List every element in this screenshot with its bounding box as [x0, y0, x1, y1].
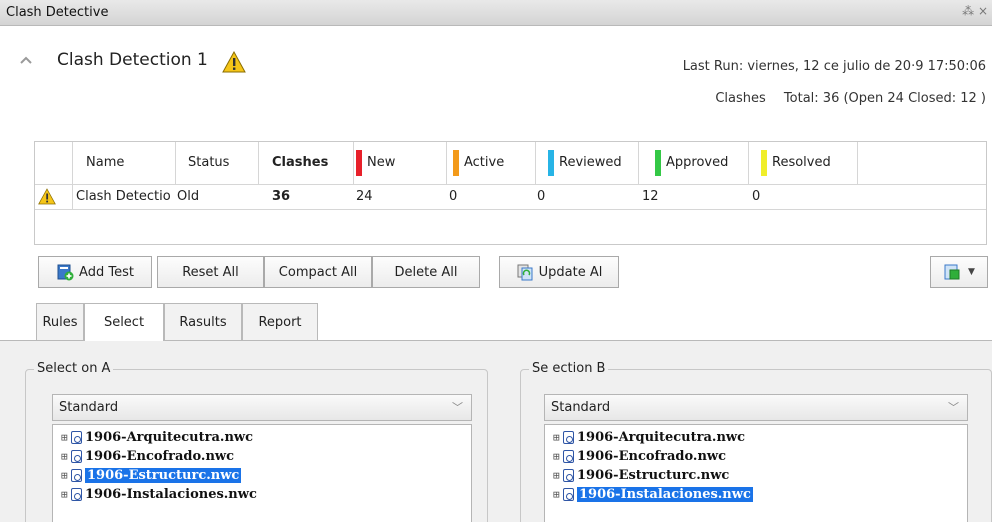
reviewed-color-swatch	[548, 150, 554, 176]
list-item[interactable]: ⊞ 1906-Arquitecutra.nwc	[553, 428, 745, 446]
selection-a-dropdown[interactable]: Standard ﹀	[52, 394, 472, 421]
expand-icon[interactable]: ⊞	[553, 431, 562, 444]
header-approved[interactable]: Approved	[639, 142, 749, 184]
chevron-down-icon: ▼	[968, 267, 975, 277]
nwc-file-icon	[71, 487, 82, 501]
cell-name: Clash Detectio	[76, 189, 171, 204]
window-controls[interactable]: ⁂ ×	[962, 4, 988, 18]
nwc-file-icon	[563, 468, 574, 482]
list-item-selected[interactable]: ⊞ 1906-Instalaciones.nwc	[553, 485, 753, 503]
header-new[interactable]: New	[354, 142, 447, 184]
resolved-color-swatch	[761, 150, 767, 176]
tab-select[interactable]: Select	[84, 303, 164, 341]
header-active[interactable]: Active	[447, 142, 536, 184]
nwc-file-icon	[71, 468, 82, 482]
cell-status: Old	[177, 189, 200, 204]
tab-report[interactable]: Report	[242, 303, 318, 340]
export-icon	[944, 264, 960, 280]
new-color-swatch	[356, 150, 362, 176]
update-all-label: Update Al	[538, 264, 603, 280]
list-item[interactable]: ⊞ 1906-Estructurc.nwc	[553, 466, 729, 484]
delete-all-label: Delete All	[394, 264, 458, 280]
clash-totals: Total: 36 (Open 24 Closed: 12 )	[783, 91, 986, 106]
header-clashes[interactable]: Clashes	[259, 142, 354, 184]
expand-icon[interactable]: ⊞	[61, 488, 70, 501]
row-status-icon-cell	[35, 185, 73, 209]
header-name[interactable]: Name	[73, 142, 176, 184]
expand-icon[interactable]: ⊞	[553, 450, 562, 463]
nwc-file-icon	[563, 430, 574, 444]
update-all-button[interactable]: Update Al	[499, 256, 619, 288]
test-name: Clash Detection 1	[57, 50, 208, 70]
cell-reviewed: 0	[537, 189, 546, 204]
cell-resolved: 0	[752, 189, 761, 204]
expand-icon[interactable]: ⊞	[61, 431, 70, 444]
list-item[interactable]: ⊞ 1906-Encofrado.nwc	[61, 447, 234, 465]
warning-icon	[38, 188, 56, 205]
active-color-swatch	[453, 150, 459, 176]
compact-all-label: Compact All	[278, 264, 358, 280]
selection-b-dropdown[interactable]: Standard ﹀	[544, 394, 968, 421]
nwc-file-icon	[71, 430, 82, 444]
list-item[interactable]: ⊞ 1906-Arquitecutra.nwc	[61, 428, 253, 446]
add-test-button[interactable]: Add Test	[38, 256, 152, 288]
nwc-file-icon	[563, 487, 574, 501]
selection-a-label: Select on A	[34, 361, 114, 376]
expand-icon[interactable]: ⊞	[61, 450, 70, 463]
last-run-text: Last Run: viernes, 12 ce julio de 20·9 1…	[682, 59, 986, 74]
selection-b-tree[interactable]: ⊞ 1906-Arquitecutra.nwc ⊞ 1906-Encofrado…	[544, 424, 968, 522]
expand-icon[interactable]: ⊞	[553, 488, 562, 501]
update-icon	[517, 264, 533, 281]
nwc-file-icon	[71, 449, 82, 463]
expand-icon[interactable]: ⊞	[61, 469, 70, 482]
clashes-label: Clashes	[715, 91, 766, 106]
warning-icon	[222, 51, 246, 73]
chevron-down-icon: ﹀	[452, 401, 463, 414]
selection-a-tree[interactable]: ⊞ 1906-Arquitecutra.nwc ⊞ 1906-Encofrado…	[52, 424, 472, 522]
collapse-chevron-icon[interactable]	[20, 54, 32, 66]
list-item-selected[interactable]: ⊞ 1906-Estructurc.nwc	[61, 466, 242, 484]
nwc-file-icon	[563, 449, 574, 463]
cell-new: 24	[356, 189, 373, 204]
chevron-down-icon: ﹀	[948, 401, 959, 414]
add-test-icon	[57, 264, 74, 281]
list-item[interactable]: ⊞ 1906-Encofrado.nwc	[553, 447, 726, 465]
selection-b-label: Se ection B	[529, 361, 609, 376]
header-resolved[interactable]: Resolved	[749, 142, 858, 184]
delete-all-button[interactable]: Delete All	[372, 256, 480, 288]
window-title: Clash Detective	[6, 5, 109, 20]
header-reviewed[interactable]: Reviewed	[536, 142, 639, 184]
reset-all-button[interactable]: Reset All	[157, 256, 264, 288]
tab-results[interactable]: Rasults	[164, 303, 242, 340]
add-test-label: Add Test	[79, 264, 134, 280]
table-row[interactable]: Clash Detectio Old 36 24 0 0 12 0	[35, 185, 986, 210]
export-dropdown-button[interactable]: ▼	[930, 256, 988, 288]
expand-icon[interactable]: ⊞	[553, 469, 562, 482]
tab-rules[interactable]: Rules	[36, 303, 84, 340]
title-bar: Clash Detective ⁂ ×	[0, 0, 992, 26]
tests-grid: Name Status Clashes New Active Reviewed …	[34, 141, 987, 245]
compact-all-button[interactable]: Compact All	[264, 256, 372, 288]
header-status[interactable]: Status	[176, 142, 259, 184]
reset-all-label: Reset All	[182, 264, 239, 280]
cell-active: 0	[449, 189, 458, 204]
approved-color-swatch	[655, 150, 661, 176]
list-item[interactable]: ⊞ 1906-Instalaciones.nwc	[61, 485, 257, 503]
header-icon-col	[35, 142, 73, 184]
cell-clashes: 36	[272, 189, 291, 204]
clash-summary: Clashes Total: 36 (Open 24 Closed: 12 )	[709, 91, 986, 106]
cell-approved: 12	[642, 189, 659, 204]
grid-header: Name Status Clashes New Active Reviewed …	[35, 142, 986, 185]
